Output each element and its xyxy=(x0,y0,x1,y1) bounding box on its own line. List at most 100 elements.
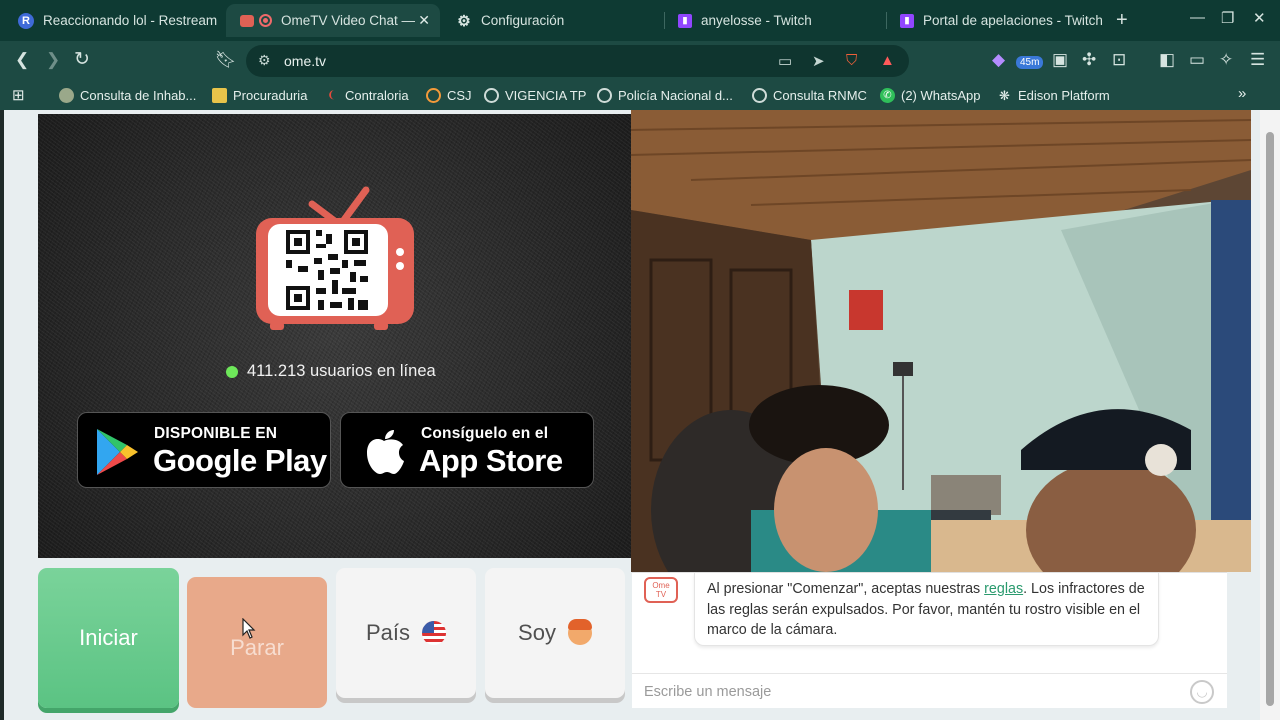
restore-button[interactable]: ❐ xyxy=(1221,9,1234,27)
stop-button[interactable]: Parar xyxy=(187,577,327,708)
forward-icon[interactable]: ❯ xyxy=(46,50,60,70)
new-tab-button[interactable]: + xyxy=(1116,9,1128,32)
country-button[interactable]: País xyxy=(336,568,476,698)
tab-title: Configuración xyxy=(481,13,565,28)
globe-icon xyxy=(597,88,612,103)
static-noise xyxy=(38,114,631,558)
reading-mode-icon[interactable]: ⊡ xyxy=(1112,50,1126,70)
google-play-badge[interactable]: DISPONIBLE EN Google Play xyxy=(77,412,331,488)
bookmark-item[interactable]: Consulta de Inhab... xyxy=(59,88,196,103)
globe-icon xyxy=(752,88,767,103)
bookmark-item[interactable]: VIGENCIA TP xyxy=(484,88,586,103)
close-window-button[interactable]: ✕ xyxy=(1253,9,1266,27)
system-notice-bubble: Al presionar "Comenzar", aceptas nuestra… xyxy=(694,573,1159,646)
tab-title: OmeTV Video Chat — xyxy=(281,13,416,28)
whatsapp-icon: ✆ xyxy=(880,88,895,103)
tab-twitch-anyelosse[interactable]: ▮ anyelosse - Twitch xyxy=(664,4,884,37)
bookmark-item[interactable]: CSJ xyxy=(426,88,472,103)
url-text[interactable]: ome.tv xyxy=(284,53,326,69)
bookmark-icon[interactable]: 🔖︎ xyxy=(215,50,237,70)
bookmark-item[interactable]: Procuraduria xyxy=(212,88,307,103)
app-store-big-text: App Store xyxy=(419,443,563,478)
ometv-chat-logo-icon: Ome TV xyxy=(644,577,678,603)
bookmarks-more-icon[interactable]: » xyxy=(1238,85,1246,102)
bookmark-item[interactable]: Consulta RNMC xyxy=(752,88,867,103)
tab-title: Portal de apelaciones - Twitch xyxy=(923,13,1103,28)
bookmark-item[interactable]: ❋ Edison Platform xyxy=(997,87,1110,104)
chat-panel: Ome TV Al presionar "Comenzar", aceptas … xyxy=(632,572,1227,708)
online-dot-icon xyxy=(226,365,238,378)
usa-flag-icon xyxy=(422,621,447,645)
address-bar[interactable]: ⚙ ome.tv ▭ ➤ ⛉ ▲ xyxy=(246,45,909,77)
google-play-small-text: DISPONIBLE EN xyxy=(154,425,278,442)
reload-icon[interactable]: ↻ xyxy=(74,48,90,71)
restream-icon: R xyxy=(18,12,34,29)
minimize-button[interactable]: — xyxy=(1190,9,1205,26)
tab-configuracion[interactable]: ⚙ Configuración xyxy=(442,4,662,37)
menu-icon[interactable]: ☰ xyxy=(1250,50,1265,70)
gender-label: Soy xyxy=(518,620,556,645)
bookmark-item[interactable]: ❨ Contraloria xyxy=(324,88,408,103)
edison-icon: ❋ xyxy=(999,87,1010,103)
tab-strip: R Reaccionando lol - Restream OmeTV Vide… xyxy=(0,0,1280,41)
leo-ai-icon[interactable]: ✧ xyxy=(1219,50,1233,70)
emoji-icon[interactable]: ◡ xyxy=(1190,680,1214,704)
country-label: País xyxy=(365,620,411,645)
mouse-cursor-icon xyxy=(242,618,256,639)
tab-ometv[interactable]: OmeTV Video Chat — ✕ xyxy=(226,4,440,37)
csj-icon xyxy=(426,88,441,103)
bookmarks-bar: ⊞ Consulta de Inhab... Procuraduria ❨ Con… xyxy=(0,81,1280,110)
browser-toolbar: ❮ ❯ ↻ 🔖︎ ⚙ ome.tv ▭ ➤ ⛉ ▲ ◆ 45m ▣ ✣ ⊡ ◧ … xyxy=(0,41,1280,81)
page-scrollbar[interactable] xyxy=(1260,110,1280,720)
ometv-icon xyxy=(240,14,254,27)
online-count: 411.213 usuarios en línea xyxy=(247,362,436,380)
extension-h-icon[interactable]: ▣ xyxy=(1052,50,1068,70)
tab-close-icon[interactable]: ✕ xyxy=(418,12,430,29)
scrollbar-thumb[interactable] xyxy=(1266,132,1274,706)
start-label: Iniciar xyxy=(79,625,138,650)
wallet-icon[interactable]: ▭ xyxy=(1189,50,1205,70)
google-play-icon xyxy=(97,429,138,475)
app-store-badge[interactable]: Consíguelo en el App Store xyxy=(340,412,594,488)
camera-frame-image xyxy=(631,110,1251,572)
twitch-icon: ▮ xyxy=(900,13,914,28)
message-input[interactable]: Escribe un mensaje ◡ xyxy=(632,673,1227,709)
brave-rewards-icon[interactable]: ▲ xyxy=(880,52,895,69)
partner-video-panel: 411.213 usuarios en línea DISPONIBLE EN … xyxy=(38,114,631,558)
apps-grid-icon[interactable]: ⊞ xyxy=(12,86,25,104)
tab-title: anyelosse - Twitch xyxy=(701,13,812,28)
apple-icon xyxy=(367,430,404,474)
google-play-big-text: Google Play xyxy=(153,443,327,478)
app-store-small-text: Consíguelo en el xyxy=(421,425,549,442)
tab-title: Reaccionando lol - Restream xyxy=(43,13,218,28)
online-users-indicator: 411.213 usuarios en línea xyxy=(226,362,436,381)
boy-face-icon xyxy=(567,619,592,645)
extension-badge[interactable]: 45m xyxy=(1016,56,1044,69)
notice-text-start: Al presionar "Comenzar", aceptas nuestra… xyxy=(707,581,985,597)
tab-twitch-apelaciones[interactable]: ▮ Portal de apelaciones - Twitch xyxy=(886,4,1108,37)
send-icon[interactable]: ➤ xyxy=(812,52,825,70)
rules-link[interactable]: reglas xyxy=(984,581,1023,597)
site-info-icon[interactable]: ⚙ xyxy=(258,52,271,69)
recording-icon xyxy=(259,14,272,27)
globe-icon xyxy=(484,88,499,103)
back-icon[interactable]: ❮ xyxy=(15,50,29,70)
gear-icon: ⚙ xyxy=(457,12,471,30)
start-button[interactable]: Iniciar xyxy=(38,568,179,708)
ometv-qr-logo-icon xyxy=(256,186,414,330)
contraloria-icon: ❨ xyxy=(327,90,336,101)
brave-shield-icon[interactable]: ⛉ xyxy=(846,52,857,69)
sidebar-icon[interactable]: ◧ xyxy=(1159,50,1175,70)
gender-button[interactable]: Soy xyxy=(485,568,625,698)
shield-icon xyxy=(59,88,74,103)
twitch-icon: ▮ xyxy=(678,13,692,28)
procuraduria-icon xyxy=(212,88,227,103)
extension-diamond-icon[interactable]: ◆ xyxy=(992,50,1005,70)
extensions-puzzle-icon[interactable]: ✣ xyxy=(1082,50,1096,70)
bookmark-item[interactable]: ✆ (2) WhatsApp xyxy=(880,88,980,103)
bookmark-item[interactable]: Policía Nacional d... xyxy=(597,88,733,103)
message-placeholder: Escribe un mensaje xyxy=(644,684,772,700)
self-camera-video xyxy=(631,110,1251,572)
cast-icon[interactable]: ▭ xyxy=(778,52,792,70)
tab-restream[interactable]: R Reaccionando lol - Restream xyxy=(4,4,220,37)
